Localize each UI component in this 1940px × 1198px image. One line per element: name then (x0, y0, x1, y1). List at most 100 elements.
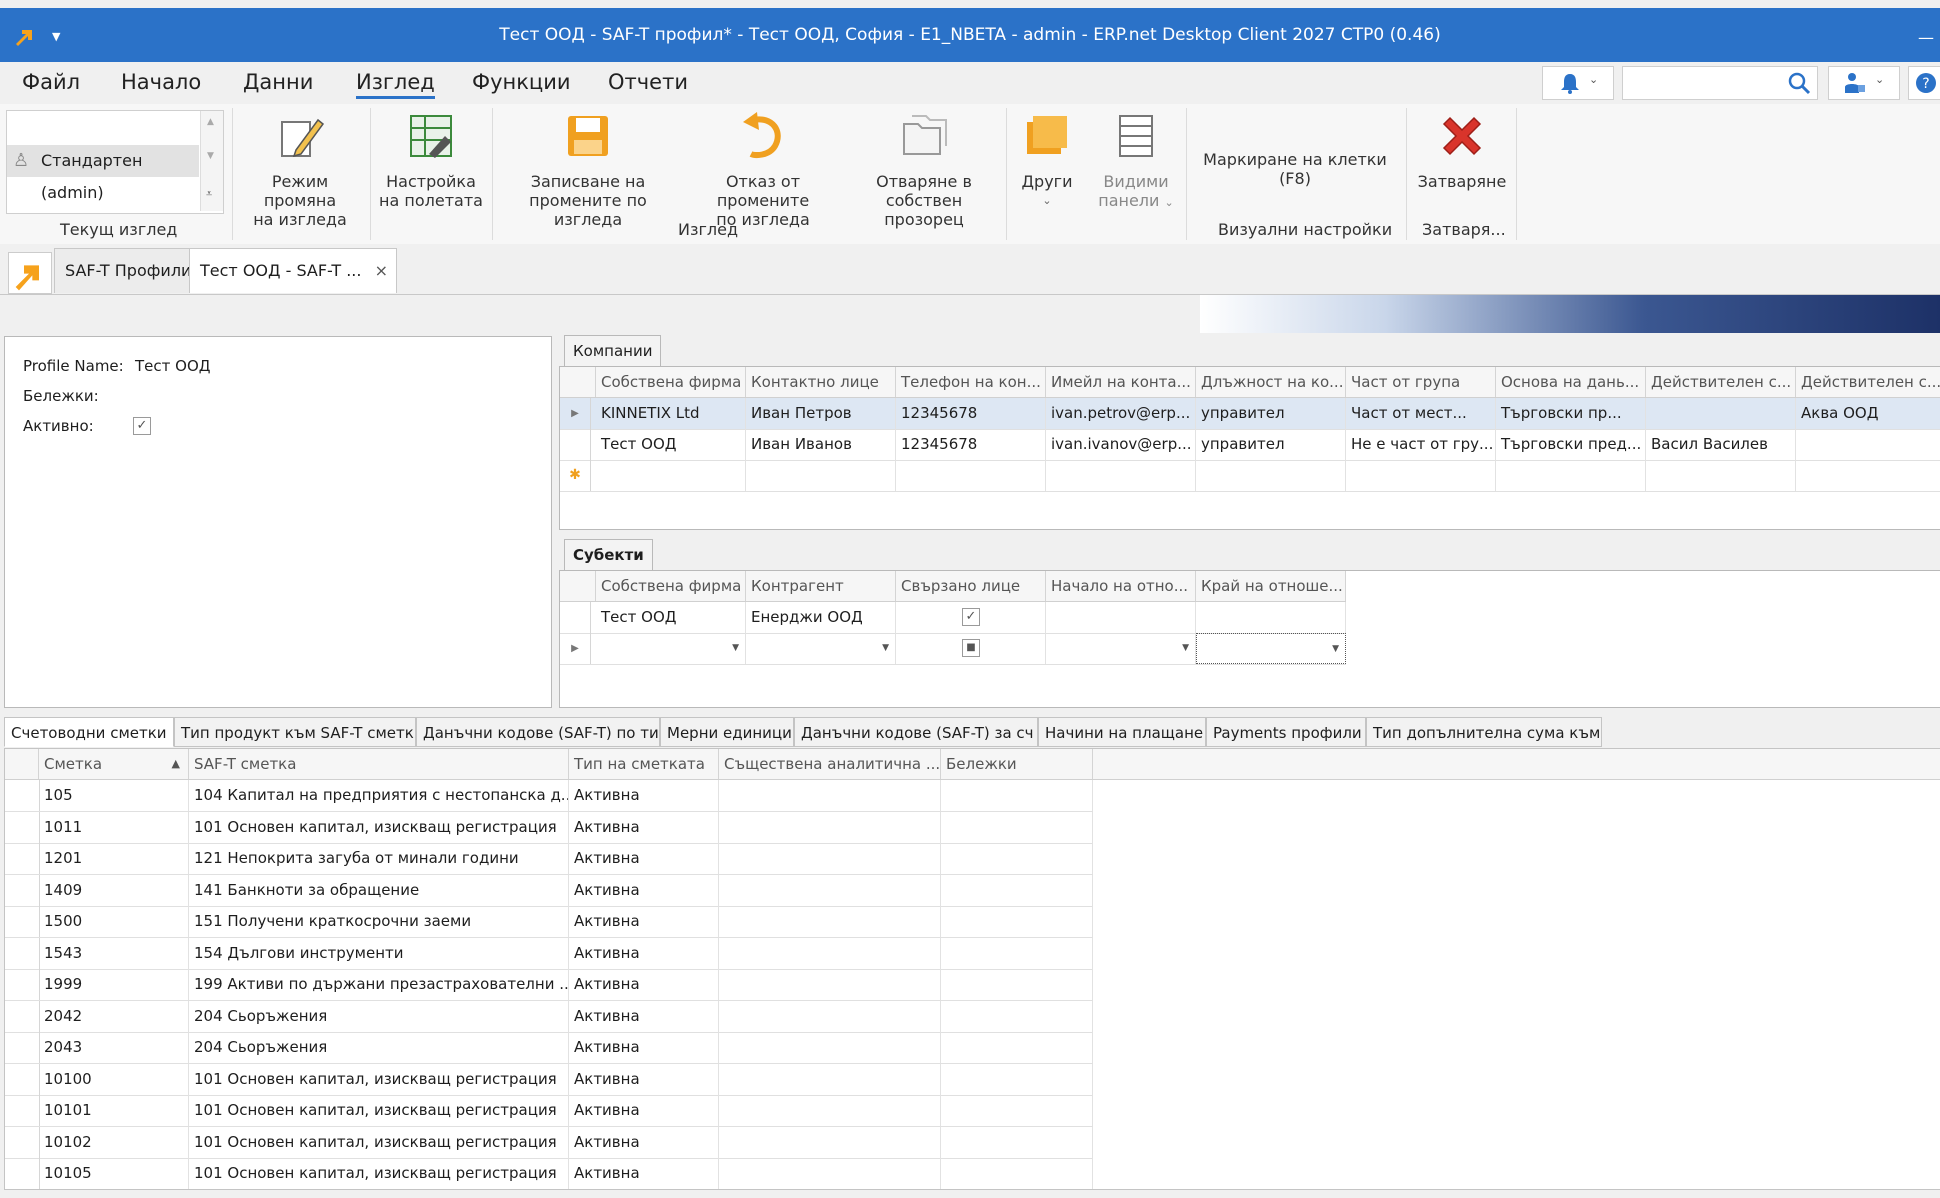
related-person-checkbox[interactable]: ✓ (962, 608, 980, 626)
table-row[interactable]: 1011 101 Основен капитал, изискващ регист… (5, 811, 1093, 844)
column-header[interactable]: Свързано лице (896, 571, 1046, 601)
tab-units[interactable]: Мерни единици (660, 717, 794, 747)
save-view-changes-button[interactable]: Записване на промените по изгледа (498, 110, 678, 229)
column-header[interactable]: Част от група (1346, 367, 1496, 397)
table-cell[interactable] (941, 1126, 1093, 1158)
table-cell[interactable] (941, 1032, 1093, 1063)
table-row[interactable]: 1409 141 Банкноти за обращение Активна (5, 874, 1093, 907)
table-cell[interactable]: 101 Основен капитал, изискващ регистраци… (189, 811, 569, 843)
table-cell[interactable]: Активна (569, 874, 719, 906)
table-cell[interactable]: 10101 (39, 1095, 189, 1126)
menu-view[interactable]: Изглед (356, 70, 435, 99)
table-row[interactable]: 2042 204 Сьоръжения Активна (5, 1000, 1093, 1033)
table-cell[interactable]: 151 Получени краткосрочни заеми (189, 906, 569, 937)
table-row[interactable]: 10102 101 Основен капитал, изискващ регис… (5, 1126, 1093, 1159)
table-cell[interactable]: 1500 (39, 906, 189, 937)
menu-home[interactable]: Начало (121, 70, 201, 94)
table-cell[interactable]: 204 Сьоръжения (189, 1000, 569, 1032)
menu-reports[interactable]: Отчети (608, 70, 688, 94)
table-cell[interactable]: 10100 (39, 1063, 189, 1095)
table-cell[interactable]: Активна (569, 1158, 719, 1189)
table-cell[interactable] (719, 1032, 941, 1063)
table-cell[interactable] (941, 1095, 1093, 1126)
current-view-list[interactable]: ♙ Стандартен (admin) ▲ ▼ ⩡ (6, 110, 224, 214)
close-tab-icon[interactable]: × (375, 249, 388, 293)
table-cell[interactable] (941, 937, 1093, 969)
column-header[interactable]: Съществена аналитична ... (719, 749, 941, 779)
table-cell[interactable]: Активна (569, 843, 719, 874)
current-view-selected[interactable]: ♙ Стандартен (admin) (7, 145, 199, 202)
table-cell[interactable]: 104 Капитал на предприятия с нестопанска… (189, 780, 569, 811)
table-cell[interactable]: 204 Сьоръжения (189, 1032, 569, 1063)
minimize-button[interactable]: — (1918, 28, 1934, 47)
tab-product-type[interactable]: Тип продукт към SAF-T сметк (174, 717, 416, 747)
column-header[interactable]: Длъжност на ко... (1196, 367, 1346, 397)
expand-icon[interactable]: ⩡ (206, 187, 212, 201)
dropdown-icon[interactable]: ▼ (882, 633, 889, 664)
table-row[interactable]: 10101 101 Основен капитал, изискващ регис… (5, 1095, 1093, 1127)
table-cell[interactable]: Активна (569, 1095, 719, 1126)
help-button[interactable]: ? (1908, 66, 1940, 100)
table-cell[interactable] (719, 1158, 941, 1189)
table-cell[interactable] (719, 843, 941, 874)
table-row[interactable]: 1999 199 Активи по държани презастраховат… (5, 969, 1093, 1001)
column-header[interactable]: Телефон на кон... (896, 367, 1046, 397)
discard-view-changes-button[interactable]: Отказ от промените по изгледа (680, 110, 846, 229)
table-cell[interactable] (941, 969, 1093, 1000)
search-input[interactable] (1622, 66, 1818, 100)
column-header[interactable]: SAF-T сметка (189, 749, 569, 779)
tab-additional-amount[interactable]: Тип допълнителна сума към S (1366, 717, 1602, 747)
table-cell[interactable] (719, 874, 941, 906)
table-cell[interactable]: 1201 (39, 843, 189, 874)
tab-payment-methods[interactable]: Начини на плащане (1038, 717, 1206, 747)
dropdown-icon[interactable]: ▼ (1332, 634, 1339, 663)
cell-marking-button[interactable]: Маркиране на клетки (F8) (1190, 150, 1400, 188)
table-cell[interactable]: Активна (569, 1032, 719, 1063)
column-header[interactable]: Имейл на конта... (1046, 367, 1196, 397)
table-cell[interactable]: Активна (569, 811, 719, 843)
column-header[interactable]: Основа на дань... (1496, 367, 1646, 397)
table-cell[interactable]: 2042 (39, 1000, 189, 1032)
column-header[interactable]: Контрагент (746, 571, 896, 601)
tab-current-profile[interactable]: Тест ООД - SAF-T ... × (189, 248, 397, 293)
close-button[interactable]: Затваряне (1412, 110, 1512, 191)
table-cell[interactable]: 1543 (39, 937, 189, 969)
table-row[interactable]: 10100 101 Основен капитал, изискващ регис… (5, 1063, 1093, 1096)
field-settings-button[interactable]: Настройка на полетата (376, 110, 486, 210)
table-row[interactable]: Тест ООД Иван Иванов 12345678 ivan.ivano… (560, 429, 1940, 461)
open-in-window-button[interactable]: Отваряне в собствен прозорец (848, 110, 1000, 229)
column-header[interactable]: Тип на сметката (569, 749, 719, 779)
table-cell[interactable] (941, 780, 1093, 811)
table-row[interactable]: Тест ООД Енерджи ООД ✓ (560, 602, 1346, 634)
table-cell[interactable]: 10102 (39, 1126, 189, 1158)
table-row[interactable]: 2043 204 Сьоръжения Активна (5, 1032, 1093, 1064)
column-header[interactable]: Собствена фирма (596, 571, 746, 601)
table-cell[interactable]: 141 Банкноти за обращение (189, 874, 569, 906)
column-header[interactable]: Бележки (941, 749, 1093, 779)
table-cell[interactable] (719, 969, 941, 1000)
table-cell[interactable]: 101 Основен капитал, изискващ регистраци… (189, 1158, 569, 1189)
table-cell[interactable]: Активна (569, 969, 719, 1000)
sort-ascending-icon[interactable]: ▲ (172, 749, 180, 779)
table-cell[interactable]: Активна (569, 780, 719, 811)
tab-tax-codes-acc[interactable]: Данъчни кодове (SAF-T) за сч (794, 717, 1038, 747)
table-cell[interactable] (719, 780, 941, 811)
table-cell[interactable]: 199 Активи по държани презастрахователни… (189, 969, 569, 1000)
notifications-button[interactable]: ⌄ (1542, 66, 1614, 100)
visible-panels-button[interactable]: Видими панели ⌄ (1088, 110, 1184, 212)
table-cell[interactable]: 1409 (39, 874, 189, 906)
table-cell[interactable] (941, 1158, 1093, 1189)
tab-home-logo[interactable] (8, 252, 52, 294)
table-cell[interactable] (941, 874, 1093, 906)
column-header[interactable]: Контактно лице (746, 367, 896, 397)
menu-file[interactable]: Файл (22, 70, 80, 94)
column-header[interactable]: Собствена фирма (596, 367, 746, 397)
tab-accounts[interactable]: Счетоводни сметки (4, 717, 174, 747)
table-cell[interactable] (719, 1126, 941, 1158)
table-cell[interactable]: Активна (569, 1063, 719, 1095)
dropdown-icon[interactable]: ▼ (732, 633, 739, 664)
table-cell[interactable]: 105 (39, 780, 189, 811)
table-row[interactable]: 105 104 Капитал на предприятия с нестопан… (5, 780, 1093, 812)
column-header[interactable]: Край на отноше... (1196, 571, 1346, 601)
table-row[interactable]: 10105 101 Основен капитал, изискващ регис… (5, 1158, 1093, 1189)
